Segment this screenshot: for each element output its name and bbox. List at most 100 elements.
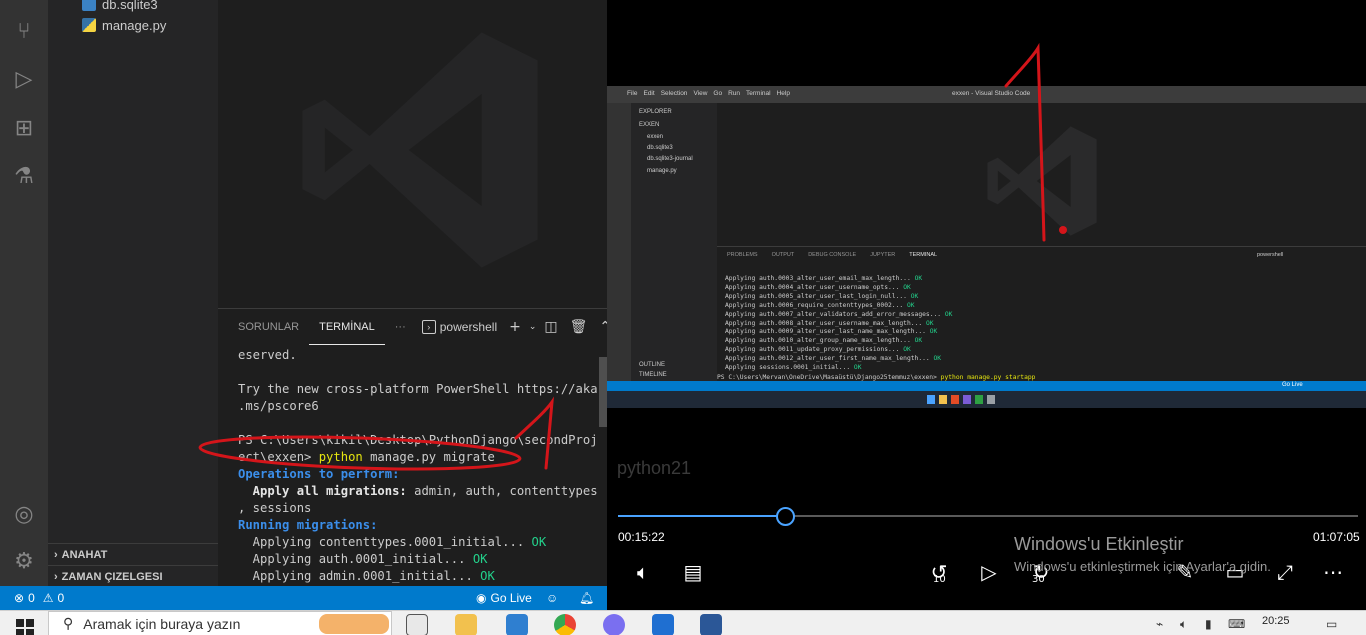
file-item-db-sqlite3[interactable]: db.sqlite3 (82, 0, 158, 14)
more-tabs-button[interactable]: ··· (385, 309, 416, 345)
file-item-manage-py[interactable]: manage.py (82, 15, 166, 35)
taskbar-app-icon (987, 395, 995, 404)
run-debug-icon[interactable]: ▷ (10, 66, 38, 94)
seek-bar[interactable] (618, 515, 1358, 517)
terminal-scrollbar[interactable] (599, 357, 607, 427)
volume-icon[interactable]: 🔈︎ (629, 558, 657, 586)
extensions-icon[interactable]: ⊞ (10, 115, 38, 143)
menu-item: Run (728, 90, 741, 97)
vscode-logo-watermark (987, 126, 1097, 236)
panel-tab: JUPYTER (870, 252, 896, 258)
file-explorer-icon[interactable] (455, 614, 477, 635)
terminal-shell-selector[interactable]: › powershell (416, 320, 503, 334)
go-live-label: Go Live (490, 591, 532, 605)
explorer-sidebar: db.sqlite3 manage.py › ANAHAT › ZAMAN ÇI… (48, 0, 218, 586)
ok-label: OK (933, 355, 942, 363)
terminal-line: admin, auth, contenttypes (406, 484, 598, 498)
activation-title: Windows'u Etkinleştir (1014, 534, 1184, 554)
ok-label: OK (944, 310, 953, 318)
recorded-line: Applying auth.0008_alter_user_username_m… (725, 319, 926, 327)
explorer-label: db.sqlite3-journal (647, 156, 693, 162)
trash-icon[interactable]: 🗑 (564, 319, 594, 335)
recorded-window-title: exxen - Visual Studio Code (952, 90, 1031, 97)
recorded-command: python manage.py startapp (940, 374, 1036, 381)
media-player-icon[interactable] (652, 614, 674, 635)
terminal-panel: SORUNLAR TERMİNAL ··· › powershell + ⌄ ◫… (218, 308, 607, 586)
recorded-line: Applying sessions.0001_initial... (725, 364, 854, 372)
explorer-label: EXPLORER (639, 109, 672, 115)
taskbar-clock[interactable]: 20:25 (1262, 615, 1290, 627)
tab-terminal[interactable]: TERMİNAL (309, 309, 385, 345)
skip-back-button[interactable]: ↺ 10 (925, 558, 953, 586)
recorded-activity-bar (607, 103, 631, 381)
feedback-icon[interactable]: ☺ (546, 586, 558, 610)
chevron-down-icon[interactable]: ⌄ (527, 322, 539, 332)
recorded-terminal-panel: PROBLEMS OUTPUT DEBUG CONSOLE JUPYTER TE… (717, 246, 1366, 381)
recorded-line: Applying auth.0012_alter_user_first_name… (725, 355, 934, 363)
total-time: 01:07:05 (1313, 530, 1360, 544)
ok-label: OK (925, 319, 934, 327)
seek-bar-progress (618, 515, 787, 517)
recorded-line: Applying auth.0004_alter_user_username_o… (725, 283, 904, 291)
video-frame[interactable]: File Edit Selection View Go Run Terminal… (607, 86, 1366, 408)
notification-center-icon[interactable]: ▭ (1326, 617, 1337, 631)
panel-tab: DEBUG CONSOLE (808, 252, 857, 258)
add-terminal-icon[interactable]: + (503, 319, 527, 335)
activation-text: Windows'u etkinleştirmek için Ayarlar'a … (1014, 559, 1271, 574)
menu-item: Help (776, 90, 790, 97)
settings-gear-icon[interactable]: ⚙ (10, 548, 38, 576)
chevron-right-icon: › (54, 570, 58, 583)
recorded-taskbar (607, 391, 1366, 408)
keyboard-icon[interactable]: ⌨ (1228, 617, 1245, 631)
recorded-panel-tabs: PROBLEMS OUTPUT DEBUG CONSOLE JUPYTER TE… (727, 252, 937, 258)
warning-count: 0 (57, 591, 65, 605)
play-icon[interactable]: ▷ (975, 558, 1003, 586)
seek-thumb[interactable] (775, 507, 795, 526)
windows-start-icon[interactable] (16, 619, 34, 635)
taskbar-search[interactable]: ⚲ Aramak için buraya yazın (48, 611, 392, 635)
source-control-icon[interactable]: ⑂ (10, 18, 38, 46)
menu-item: Go (713, 90, 723, 97)
go-live-button[interactable]: ◉ Go Live (476, 586, 532, 610)
outline-section[interactable]: › ANAHAT (48, 543, 218, 565)
recorded-explorer: EXPLORER EXXEN exxen db.sqlite3 db.sqlit… (631, 103, 717, 381)
more-options-icon[interactable]: ⋯ (1319, 558, 1347, 586)
task-view-icon[interactable] (406, 614, 428, 635)
taskbar-app-icon (951, 395, 959, 404)
windows-taskbar: ⚲ Aramak için buraya yazın ⌁ 🔈︎ ▮ ⌨ 20:2… (0, 610, 1366, 635)
recorded-shell-label: powershell (1257, 252, 1284, 258)
speaker-icon[interactable]: 🔈︎ (1180, 617, 1187, 632)
battery-icon[interactable]: ▮ (1205, 617, 1212, 631)
panel-tab: PROBLEMS (727, 252, 758, 258)
windows-activation-watermark: Windows'u Etkinleştir Windows'u etkinleş… (1014, 534, 1271, 574)
search-highlight-image (319, 614, 389, 634)
menu-item: Selection (660, 90, 688, 97)
tab-problems[interactable]: SORUNLAR (228, 309, 309, 345)
vscode-taskbar-icon[interactable] (506, 614, 528, 635)
explorer-label: db.sqlite3 (647, 145, 673, 151)
recorded-line: Applying auth.0009_alter_user_last_name_… (725, 328, 930, 336)
taskbar-app-icon[interactable] (700, 614, 722, 635)
recorded-prompt: PS C:\Users\Mervan\OneDrive\Masaüstü\Dja… (717, 374, 941, 381)
recorded-line: Applying auth.0005_alter_user_last_login… (725, 292, 911, 300)
panel-tab: TERMINAL (909, 252, 938, 258)
terminal-output[interactable]: eserved. Try the new cross-platform Powe… (238, 347, 598, 585)
timeline-section[interactable]: › ZAMAN ÇIZELGESI (48, 565, 218, 587)
ok-label: OK (853, 364, 862, 372)
testing-icon[interactable]: ⚗ (10, 163, 38, 191)
notifications-bell-icon[interactable]: 🔔︎ (579, 586, 594, 610)
chevron-up-icon[interactable]: ⌃ (593, 319, 607, 335)
terminal-line: Operations to perform: (238, 467, 400, 481)
network-icon[interactable]: ⌁ (1156, 617, 1163, 631)
account-icon[interactable]: ◎ (10, 501, 38, 529)
discord-icon[interactable] (603, 614, 625, 635)
recorded-line: Applying auth.0003_alter_user_email_max_… (725, 275, 915, 282)
panel-tab: OUTPUT (771, 252, 795, 258)
fullscreen-icon[interactable]: ⤢ (1271, 558, 1299, 586)
subtitles-icon[interactable]: ▤ (679, 558, 707, 586)
problems-status[interactable]: ⊗ 0 ⚠ 0 (14, 586, 64, 610)
menu-item: Edit (643, 90, 655, 97)
split-terminal-icon[interactable]: ◫ (538, 319, 563, 335)
chrome-icon[interactable] (554, 614, 576, 635)
terminal-line: Applying admin.0001_initial... (238, 569, 481, 583)
